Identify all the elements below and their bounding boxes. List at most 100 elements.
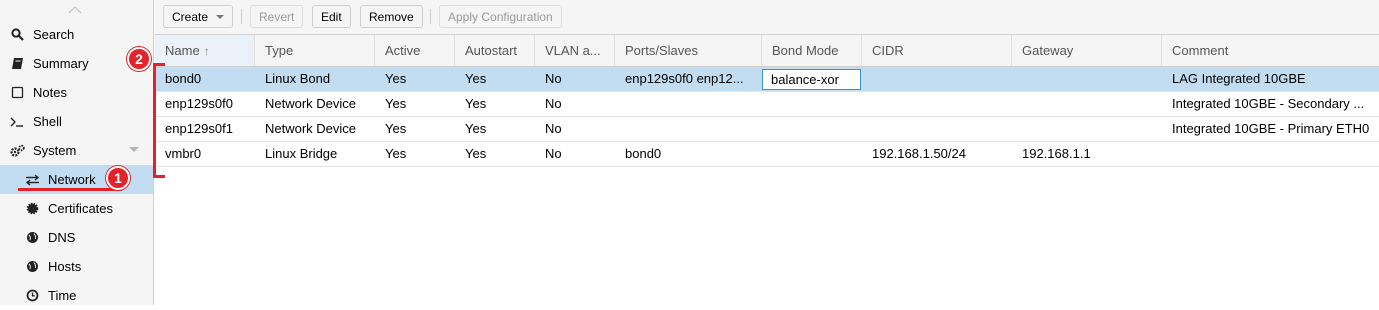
cell-ports-slaves [615, 117, 762, 141]
bond-mode-editor[interactable]: balance-xor [762, 69, 861, 90]
cell-active: Yes [385, 96, 407, 111]
cell-bond-mode [762, 142, 862, 166]
chevron-down-icon[interactable] [129, 147, 139, 152]
table-row[interactable]: vmbr0 Linux Bridge Yes Yes No bond0 192.… [155, 142, 1379, 167]
search-icon [9, 27, 25, 43]
sidebar-item-search[interactable]: Search [0, 20, 153, 49]
column-header-gateway[interactable]: Gateway [1012, 35, 1162, 66]
cell-autostart: Yes [465, 71, 487, 86]
create-button[interactable]: Create [163, 5, 233, 28]
callout-underline [18, 188, 122, 191]
cell-type: Network Device [265, 121, 357, 136]
cell-ports-slaves: bond0 [625, 146, 662, 161]
cell-bond-mode [762, 92, 862, 116]
revert-button[interactable]: Revert [250, 5, 304, 28]
gears-icon [9, 143, 25, 159]
cell-gateway: 192.168.1.1 [1022, 146, 1091, 161]
cell-vlan-aware: No [545, 71, 562, 86]
cell-bond-mode [762, 117, 862, 141]
table-row[interactable]: enp129s0f0 Network Device Yes Yes No Int… [155, 92, 1379, 117]
cell-name: enp129s0f0 [165, 96, 233, 111]
callout-badge-1: 1 [106, 166, 130, 190]
column-header-type[interactable]: Type [255, 35, 375, 66]
column-header-active[interactable]: Active [375, 35, 455, 66]
cell-comment: LAG Integrated 10GBE [1172, 71, 1306, 86]
sidebar-item-label: Search [33, 27, 75, 42]
sidebar-item-time[interactable]: Time [0, 281, 153, 310]
cell-type: Network Device [265, 96, 357, 111]
cell-type: Linux Bond [265, 71, 331, 86]
cell-comment [1162, 142, 1379, 166]
sidebar-item-label: Notes [33, 85, 67, 100]
callout-bracket-line [153, 63, 165, 66]
column-header-bond-mode[interactable]: Bond Mode [762, 35, 862, 66]
sidebar-item-system[interactable]: System [0, 136, 153, 165]
table-row[interactable]: enp129s0f1 Network Device Yes Yes No Int… [155, 117, 1379, 142]
sidebar-item-certificates[interactable]: Certificates [0, 194, 153, 223]
sidebar-item-label: Summary [33, 56, 89, 71]
cell-cidr [862, 92, 1012, 116]
remove-button[interactable]: Remove [360, 5, 423, 28]
table-row[interactable]: bond0 Linux Bond Yes Yes No enp129s0f0 e… [155, 67, 1379, 92]
cell-name: vmbr0 [165, 146, 202, 161]
column-header-cidr[interactable]: CIDR [862, 35, 1012, 66]
cell-gateway [1012, 117, 1162, 141]
sidebar-item-label: Network [48, 172, 96, 187]
cell-vlan-aware: No [545, 146, 562, 161]
edit-button[interactable]: Edit [312, 5, 351, 28]
sidebar-item-dns[interactable]: DNS [0, 223, 153, 252]
book-icon [9, 56, 25, 72]
cell-cidr [862, 67, 1012, 91]
collapse-up-icon[interactable] [68, 3, 82, 17]
column-header-name[interactable]: Name ↑ [155, 35, 255, 66]
sidebar-item-label: Hosts [48, 259, 82, 274]
cell-comment: Integrated 10GBE - Primary ETH0 [1172, 121, 1370, 136]
cell-autostart: Yes [465, 96, 487, 111]
toolbar-separator [241, 9, 242, 24]
callout-badge-2: 2 [127, 47, 151, 71]
sidebar-item-label: DNS [48, 230, 76, 245]
column-header-ports-slaves[interactable]: Ports/Slaves [615, 35, 762, 66]
sidebar-item-label: Time [48, 288, 77, 303]
cell-autostart: Yes [465, 121, 487, 136]
chevron-down-icon [216, 14, 225, 19]
toolbar-separator [430, 9, 431, 24]
cell-active: Yes [385, 146, 407, 161]
clock-icon [24, 288, 40, 304]
cell-gateway [1012, 67, 1162, 91]
certificate-icon [24, 201, 40, 217]
cell-comment: Integrated 10GBE - Secondary ... [1172, 96, 1365, 111]
callout-bracket-line [153, 175, 165, 178]
sidebar-item-label: Certificates [48, 201, 114, 216]
cell-name: bond0 [165, 71, 202, 86]
cell-name: enp129s0f1 [165, 121, 233, 136]
grid-header: Name ↑ Type Active Autostart VLAN a... Po… [155, 35, 1379, 67]
cell-cidr: 192.168.1.50/24 [872, 146, 966, 161]
cell-active: Yes [385, 71, 407, 86]
apply-configuration-button[interactable]: Apply Configuration [439, 5, 562, 28]
network-grid: Name ↑ Type Active Autostart VLAN a... Po… [155, 35, 1379, 167]
column-header-vlan-aware[interactable]: VLAN a... [535, 35, 615, 66]
globe-icon [24, 230, 40, 246]
terminal-icon [9, 114, 25, 130]
cell-vlan-aware: No [545, 121, 562, 136]
sort-ascending-icon: ↑ [203, 44, 210, 58]
sidebar-item-shell[interactable]: Shell [0, 107, 153, 136]
sidebar-item-label: Shell [33, 114, 62, 129]
callout-bracket-line [153, 63, 156, 178]
exchange-icon [24, 172, 40, 188]
cell-autostart: Yes [465, 146, 487, 161]
sidebar: Search Summary Notes Shell System Networ… [0, 0, 154, 305]
note-icon [9, 85, 25, 101]
sidebar-item-hosts[interactable]: Hosts [0, 252, 153, 281]
cell-vlan-aware: No [545, 96, 562, 111]
column-header-comment[interactable]: Comment [1162, 35, 1379, 66]
sidebar-item-label: System [33, 143, 77, 158]
sidebar-item-notes[interactable]: Notes [0, 78, 153, 107]
cell-ports-slaves: enp129s0f0 enp12... [625, 71, 744, 86]
cell-type: Linux Bridge [265, 146, 338, 161]
cell-ports-slaves [615, 92, 762, 116]
cell-cidr [862, 117, 1012, 141]
toolbar: Create Revert Edit Remove Apply Configur… [155, 0, 1379, 35]
column-header-autostart[interactable]: Autostart [455, 35, 535, 66]
